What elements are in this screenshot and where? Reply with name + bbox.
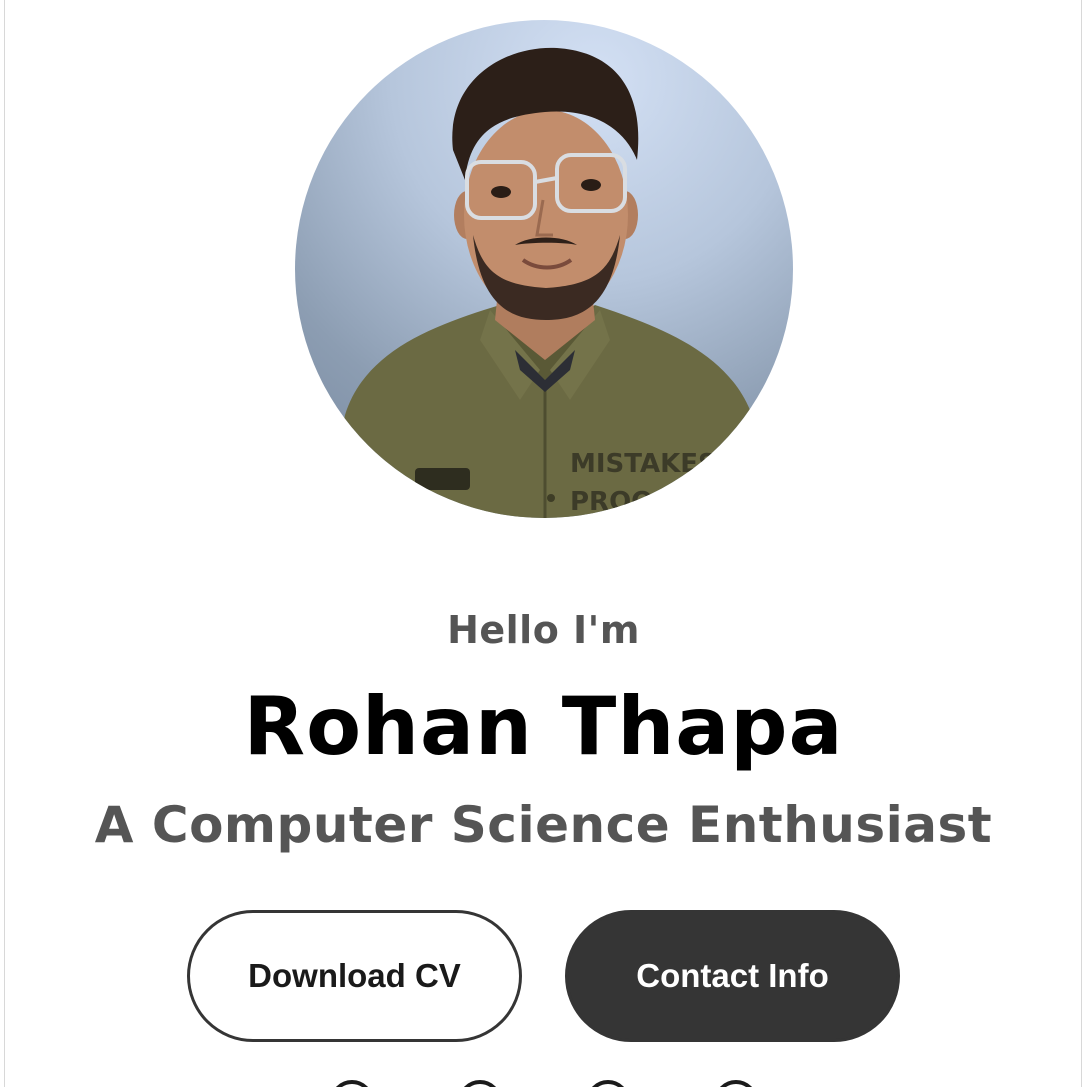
- shirt-print-line1: MISTAKES: [570, 449, 717, 479]
- frame-border-left: [4, 0, 5, 1087]
- linkedin-icon[interactable]: [330, 1080, 374, 1087]
- profile-name: Rohan Thapa: [243, 680, 844, 773]
- frame-border-right: [1081, 0, 1082, 1087]
- github-icon[interactable]: [458, 1080, 502, 1087]
- facebook-icon[interactable]: [714, 1080, 758, 1087]
- profile-photo: MISTAKES PROO: [295, 20, 793, 518]
- download-cv-button[interactable]: Download CV: [187, 910, 522, 1042]
- social-links: [330, 1080, 760, 1087]
- profile-photo-illustration: MISTAKES PROO: [325, 47, 765, 518]
- instagram-icon[interactable]: [586, 1080, 630, 1087]
- profile-subtitle: A Computer Science Enthusiast: [94, 796, 993, 854]
- contact-info-button[interactable]: Contact Info: [565, 910, 900, 1042]
- portfolio-hero: MISTAKES PROO Hello I'm Rohan Thapa A Co…: [0, 0, 1087, 1087]
- shirt-print-line2: PROO: [570, 487, 653, 517]
- greeting-text: Hello I'm: [447, 608, 640, 652]
